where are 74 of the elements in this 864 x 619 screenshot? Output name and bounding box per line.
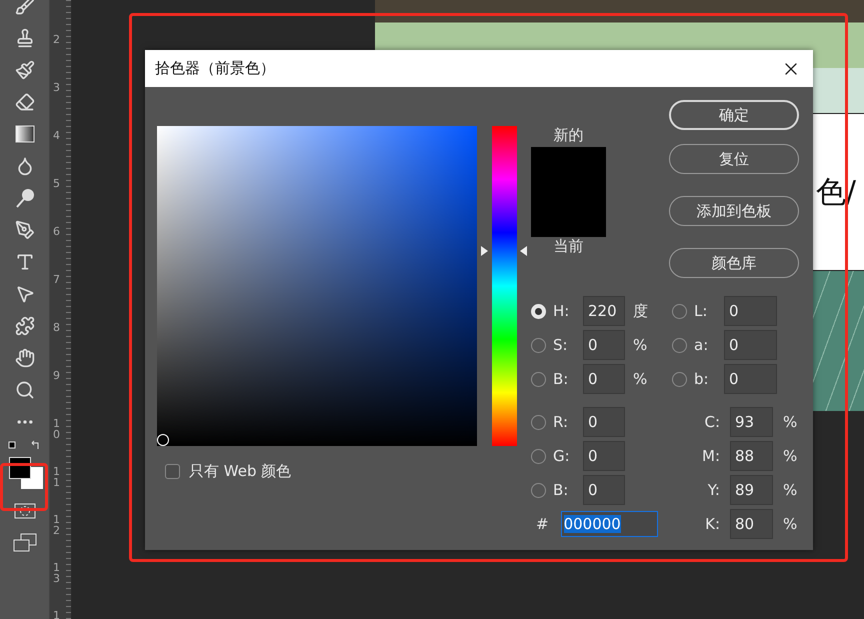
field-label: C: [703,413,720,431]
field-label: G: [553,447,571,465]
field-label: a: [694,336,710,354]
radio-button[interactable] [531,372,546,386]
ruler-number: 9 [53,370,61,384]
radio-button[interactable] [531,338,546,352]
dialog-title: 拾色器（前景色） [155,59,275,78]
hash-label: # [536,515,549,533]
color-swatches[interactable] [6,455,42,489]
ruler-number: 6 [53,226,61,240]
input-field[interactable]: 80 [730,509,773,539]
dialog-button[interactable]: 添加到色板 [669,196,799,226]
dialog-button[interactable]: 复位 [669,144,799,174]
hex-field[interactable]: 000000 [560,511,658,537]
input-field[interactable]: 0 [583,475,625,505]
input-field[interactable]: 88 [730,441,773,471]
field-label: b: [694,370,710,388]
input-field[interactable]: 0 [583,364,625,394]
field-label: K: [704,515,720,533]
radio-button[interactable] [531,448,546,464]
screen-mode-icon[interactable] [12,533,36,553]
ruler-number: 11 [53,466,61,491]
checkbox[interactable] [165,464,180,479]
field-label: S: [553,336,569,354]
input-field[interactable]: 0 [724,296,777,326]
current-label: 当前 [554,237,584,255]
dialog-button[interactable]: 确定 [669,100,799,130]
ruler-number: 3 [53,82,61,96]
input-field[interactable]: 89 [730,475,773,505]
ruler-number: 1 [53,610,61,619]
ruler-number: 10 [53,418,61,443]
radio-button[interactable] [672,338,687,352]
field-label: Y: [706,481,720,499]
field-label: L: [694,302,708,320]
ruler-number: 7 [53,274,61,288]
field-label: H: [553,302,570,320]
unit-label: 度 [633,302,648,320]
unit-label: % [633,370,648,388]
radio-button[interactable] [531,414,546,430]
unit-label: % [783,515,798,533]
field-label: B: [553,370,570,388]
field-label: B: [553,481,570,499]
input-field[interactable]: 93 [730,407,773,437]
unit-label: % [783,481,798,499]
input-field[interactable]: 0 [583,441,625,471]
quick-mask-icon[interactable] [14,503,36,519]
dialog-button[interactable]: 颜色库 [669,248,799,278]
ruler-number: 5 [53,178,61,192]
field-label: M: [701,447,720,465]
ruler-number: 8 [53,322,61,336]
field-label: R: [553,413,570,431]
ruler-number: 2 [53,34,61,48]
radio-button[interactable] [672,304,687,318]
swap-colors-icon[interactable] [8,440,42,452]
hue-handle[interactable] [481,246,527,256]
unit-label: % [783,413,798,431]
unit-label: % [783,447,798,465]
current-color-swatch[interactable] [531,192,606,237]
checkbox-label: 只有 Web 颜色 [189,462,292,481]
radio-button[interactable] [531,482,546,498]
ruler-number: 12 [53,514,61,539]
unit-label: % [633,336,648,354]
color-marker[interactable] [157,434,169,446]
color-field[interactable] [157,126,477,446]
highlight-frame [0,463,48,511]
radio-button[interactable] [672,372,687,386]
input-field[interactable]: 220 [583,296,625,326]
new-label: 新的 [554,126,584,144]
input-field[interactable]: 0 [583,330,625,360]
input-field[interactable]: 0 [724,330,777,360]
input-field[interactable]: 0 [583,407,625,437]
ruler-number: 13 [53,562,61,587]
ruler-number: 4 [53,130,61,144]
input-field[interactable]: 0 [724,364,777,394]
